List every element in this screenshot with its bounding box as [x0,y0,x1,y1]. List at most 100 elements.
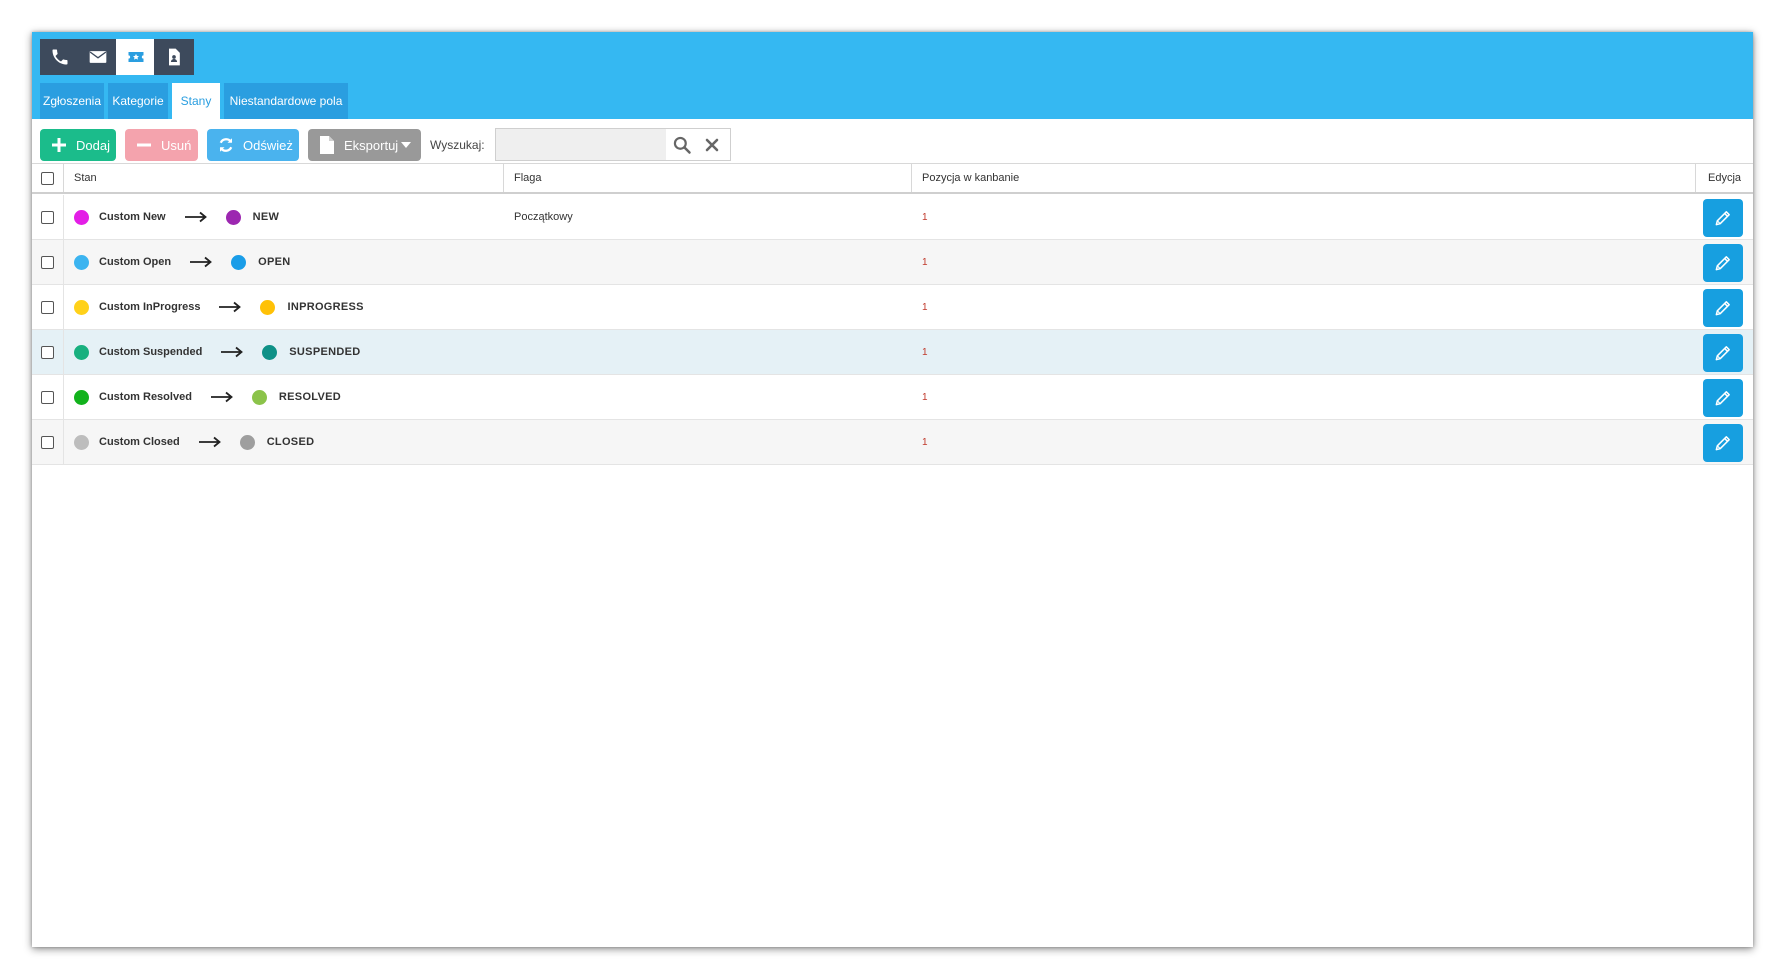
arrow-right-icon [198,436,221,448]
minus-icon [137,143,151,147]
edit-button[interactable] [1703,199,1743,237]
state-cell: Custom Resolved RESOLVED [64,375,504,419]
custom-state-color-dot [74,209,89,225]
pencil-icon [1715,391,1730,406]
app-window: Zgłoszenia Kategorie Stany Niestandardow… [32,32,1753,947]
row-checkbox[interactable] [41,210,54,224]
edit-button[interactable] [1703,289,1743,327]
custom-state-color-dot [74,344,89,360]
table-row[interactable]: Custom InProgress INPROGRESS 1 [32,285,1753,330]
state-cell: Custom Suspended SUSPENDED [64,330,504,374]
flag-cell: Początkowy [514,211,573,223]
system-state-name: CLOSED [266,436,315,448]
table-row[interactable]: Custom Closed CLOSED 1 [32,420,1753,465]
tab-stany[interactable]: Stany [172,83,220,119]
refresh-button-label: Odśwież [243,137,293,153]
state-cell: Custom New NEW [64,195,504,239]
system-state-color-dot [262,344,278,360]
edit-button[interactable] [1703,379,1743,417]
custom-state-color-dot [74,434,89,450]
tickets-tab[interactable] [116,39,156,75]
row-check-cell [32,375,64,419]
table-row[interactable]: Custom Resolved RESOLVED 1 [32,375,1753,420]
row-checkbox[interactable] [41,300,54,314]
email-tab[interactable] [78,39,118,75]
file-icon [320,136,334,154]
plus-icon [52,138,66,152]
search-input[interactable] [496,129,666,160]
flag-cell [504,240,912,284]
custom-state-color-dot [74,299,89,315]
kanban-position-cell: 1 [922,256,928,268]
tab-zgloszenia[interactable]: Zgłoszenia [40,83,104,119]
system-state-name: INPROGRESS [287,301,364,313]
tab-niestandardowe-pola[interactable]: Niestandardowe pola [224,83,348,119]
system-state-name: SUSPENDED [289,346,361,358]
table-row[interactable]: Custom Open OPEN 1 [32,240,1753,285]
flag-cell [504,420,912,464]
kanban-position-cell: 1 [922,301,928,313]
row-check-cell [32,420,64,464]
flag-cell [504,285,912,329]
system-state-color-dot [239,434,255,450]
row-checkbox[interactable] [41,255,54,269]
edit-button[interactable] [1703,334,1743,372]
system-state-color-dot [251,389,267,405]
kanban-position-cell: 1 [922,346,928,358]
row-check-cell [32,330,64,374]
export-button[interactable]: Eksportuj [308,129,421,161]
pencil-icon [1715,436,1730,451]
phone-icon [52,49,68,65]
column-header-flaga[interactable]: Flaga [504,164,912,192]
custom-state-name: Custom Resolved [99,391,192,403]
envelope-icon [89,51,107,63]
remove-button[interactable]: Usuń [125,129,198,161]
custom-state-name: Custom New [99,211,166,223]
table-row[interactable]: Custom New NEW Początkowy 1 [32,195,1753,240]
caret-down-icon[interactable] [401,142,411,148]
custom-state-color-dot [74,389,89,405]
system-state-name: OPEN [258,256,291,268]
arrow-right-icon [221,346,244,358]
kanban-position-cell: 1 [922,436,928,448]
kanban-position-cell: 1 [922,391,928,403]
system-state-color-dot [231,254,247,270]
export-button-label: Eksportuj [344,137,399,153]
header-check-cell [32,164,64,192]
row-checkbox[interactable] [41,345,54,359]
add-button[interactable]: Dodaj [40,129,116,161]
top-bar: Zgłoszenia Kategorie Stany Niestandardow… [32,32,1753,119]
column-header-pozycja[interactable]: Pozycja w kanbanie [912,164,1696,192]
custom-state-name: Custom Suspended [99,346,203,358]
select-all-checkbox[interactable] [41,171,54,185]
column-header-edycja: Edycja [1707,172,1742,184]
tab-kategorie[interactable]: Kategorie [108,83,168,119]
custom-state-color-dot [74,254,89,270]
contacts-tab[interactable] [154,39,194,75]
add-button-label: Dodaj [76,137,110,153]
toolbar: Dodaj Usuń Odśwież Eksportuj Wyszukaj: [32,119,1753,163]
column-header-stan[interactable]: Stan [64,164,504,192]
arrow-right-icon [184,211,207,223]
phone-tab[interactable] [40,39,80,75]
row-checkbox[interactable] [41,435,54,449]
row-checkbox[interactable] [41,390,54,404]
ticket-icon [128,52,144,62]
row-check-cell [32,240,64,284]
search-icon[interactable] [672,135,692,155]
remove-button-label: Usuń [161,137,192,153]
search-label: Wyszukaj: [430,138,485,152]
table-header: Stan Flaga Pozycja w kanbanie Edycja [32,163,1753,194]
arrow-right-icon [210,391,233,403]
state-cell: Custom Open OPEN [64,240,504,284]
clear-icon[interactable] [704,137,720,153]
arrow-right-icon [190,256,213,268]
flag-cell [504,375,912,419]
pencil-icon [1715,301,1730,316]
table-row[interactable]: Custom Suspended SUSPENDED 1 [32,330,1753,375]
refresh-icon [219,138,233,152]
row-check-cell [32,195,64,239]
edit-button[interactable] [1703,424,1743,462]
edit-button[interactable] [1703,244,1743,282]
refresh-button[interactable]: Odśwież [207,129,299,161]
